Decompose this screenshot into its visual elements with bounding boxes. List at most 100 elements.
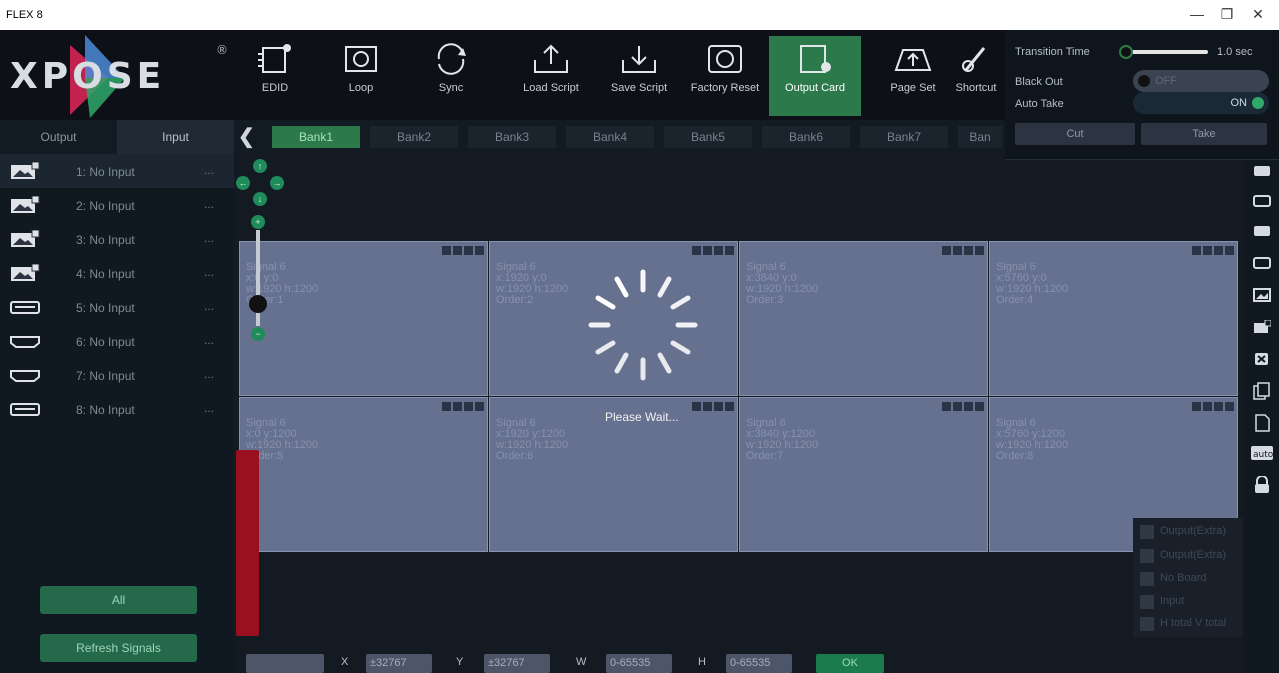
all-button[interactable]: All: [40, 586, 197, 614]
document-icon[interactable]: [1253, 414, 1271, 432]
window-controls[interactable]: [1190, 400, 1234, 414]
auto-take-toggle[interactable]: ON: [1133, 92, 1269, 114]
window-controls[interactable]: [440, 244, 484, 258]
picture-input-icon: [11, 196, 40, 213]
monitor-icon[interactable]: [1253, 164, 1271, 178]
factory-reset-label: Factory Reset: [690, 82, 760, 94]
input-row-6[interactable]: 6: No Input ...: [0, 324, 234, 358]
window-controls[interactable]: [940, 400, 984, 414]
restore-button[interactable]: ❐: [1212, 6, 1242, 26]
pan-up-icon[interactable]: ↑: [253, 159, 267, 173]
window-controls[interactable]: [1190, 244, 1234, 258]
input-row-1[interactable]: 1: No Input ...: [0, 154, 234, 188]
pan-down-icon[interactable]: ↓: [253, 192, 267, 206]
tab-bank8[interactable]: Ban: [958, 126, 1002, 148]
input-more-button[interactable]: ...: [204, 333, 214, 347]
picture-x-icon[interactable]: [1253, 320, 1271, 334]
auto-icon[interactable]: auto: [1251, 446, 1273, 460]
monitor-icon[interactable]: [1253, 224, 1271, 238]
picture-input-icon: [11, 264, 40, 281]
window-select-field[interactable]: [246, 654, 324, 673]
transition-time-slider[interactable]: [1120, 50, 1208, 54]
input-more-button[interactable]: ...: [204, 367, 214, 381]
zoom-slider-handle[interactable]: [249, 295, 267, 313]
black-out-label: Black Out: [1015, 76, 1063, 88]
input-more-button[interactable]: ...: [204, 265, 214, 279]
tab-bank7[interactable]: Bank7: [860, 126, 948, 148]
copy-icon[interactable]: [1253, 382, 1271, 400]
zoom-out-icon[interactable]: −: [251, 327, 265, 341]
bank-prev-arrow-icon[interactable]: ❮: [238, 124, 255, 149]
tab-output[interactable]: Output: [0, 120, 117, 154]
input-label: 1: No Input: [76, 165, 135, 179]
take-button[interactable]: Take: [1141, 123, 1267, 145]
close-box-icon[interactable]: [1253, 352, 1271, 366]
window-controls[interactable]: [940, 244, 984, 258]
page-set-icon: [894, 49, 932, 71]
tab-bank2[interactable]: Bank2: [370, 126, 458, 148]
edid-button[interactable]: EDID: [234, 36, 316, 116]
page-set-button[interactable]: Page Set: [872, 36, 954, 116]
sync-button[interactable]: Sync: [410, 36, 492, 116]
loop-button[interactable]: Loop: [320, 36, 402, 116]
picture-icon[interactable]: [1253, 288, 1271, 302]
window-controls[interactable]: [690, 400, 734, 414]
shortcut-button[interactable]: Shortcut: [946, 36, 1006, 116]
input-row-3[interactable]: 3: No Input ...: [0, 222, 234, 256]
save-script-label: Save Script: [610, 82, 668, 94]
load-script-icon: [534, 44, 568, 73]
tab-bank1[interactable]: Bank1: [272, 126, 360, 148]
tab-bank6[interactable]: Bank6: [762, 126, 850, 148]
monitor-icon[interactable]: [1253, 256, 1271, 270]
x-field[interactable]: ±32767: [366, 654, 432, 673]
input-more-button[interactable]: ...: [204, 299, 214, 313]
close-button[interactable]: ✕: [1243, 6, 1273, 26]
window-controls[interactable]: [440, 400, 484, 414]
y-field[interactable]: ±32767: [484, 654, 550, 673]
input-more-button[interactable]: ...: [204, 197, 214, 211]
input-row-7[interactable]: 7: No Input ...: [0, 358, 234, 392]
transition-popup: Transition Time 1.0 sec Black Out OFF Au…: [1005, 30, 1279, 160]
window-order: Order:2: [496, 294, 534, 306]
output-window-5[interactable]: Signal 6 x:0 y:1200 w:1920 h:1200 Order:…: [239, 397, 488, 552]
load-script-button[interactable]: Load Script: [510, 36, 592, 116]
input-more-button[interactable]: ...: [204, 401, 214, 415]
h-field[interactable]: 0-65535: [726, 654, 792, 673]
output-canvas[interactable]: Signal 6 x:0 y:0 w:1920 h:1200 Order:1 S…: [234, 154, 1244, 644]
window-info: Signal 6 x:5760 y:1200 w:1920 h:1200 Ord…: [996, 418, 1068, 462]
input-row-5[interactable]: 5: No Input ...: [0, 290, 234, 324]
w-field[interactable]: 0-65535: [606, 654, 672, 673]
edid-label: EDID: [261, 82, 289, 94]
load-script-label: Load Script: [523, 82, 579, 94]
monitor-icon[interactable]: [1253, 194, 1271, 208]
output-window-4[interactable]: Signal 6 x:5760 y:0 w:1920 h:1200 Order:…: [989, 241, 1238, 396]
h-label: H: [698, 656, 706, 668]
tab-bank5[interactable]: Bank5: [664, 126, 752, 148]
input-row-8[interactable]: 8: No Input ...: [0, 392, 234, 426]
refresh-signals-button[interactable]: Refresh Signals: [40, 634, 197, 662]
tab-bank4[interactable]: Bank4: [566, 126, 654, 148]
output-window-3[interactable]: Signal 6 x:3840 y:0 w:1920 h:1200 Order:…: [739, 241, 988, 396]
output-window-7[interactable]: Signal 6 x:3840 y:1200 w:1920 h:1200 Ord…: [739, 397, 988, 552]
input-more-button[interactable]: ...: [204, 163, 214, 177]
pan-left-icon[interactable]: ←: [236, 176, 250, 190]
save-script-button[interactable]: Save Script: [598, 36, 680, 116]
input-row-4[interactable]: 4: No Input ...: [0, 256, 234, 290]
factory-reset-button[interactable]: Factory Reset: [684, 36, 766, 116]
lock-icon[interactable]: [1253, 476, 1271, 494]
window-controls[interactable]: [690, 244, 734, 258]
black-out-toggle[interactable]: OFF: [1133, 70, 1269, 92]
tab-bank3[interactable]: Bank3: [468, 126, 556, 148]
pan-right-icon[interactable]: →: [270, 176, 284, 190]
input-more-button[interactable]: ...: [204, 231, 214, 245]
tab-input[interactable]: Input: [117, 120, 234, 154]
zoom-in-icon[interactable]: +: [251, 215, 265, 229]
output-card-button[interactable]: Output Card: [769, 36, 861, 116]
cut-button[interactable]: Cut: [1015, 123, 1135, 145]
transition-time-handle[interactable]: [1119, 45, 1133, 59]
input-row-2[interactable]: 2: No Input ...: [0, 188, 234, 222]
output-window-1[interactable]: Signal 6 x:0 y:0 w:1920 h:1200 Order:1: [239, 241, 488, 396]
legend-label: Input: [1160, 595, 1185, 607]
ok-button[interactable]: OK: [816, 654, 884, 673]
minimize-button[interactable]: —: [1182, 6, 1212, 26]
